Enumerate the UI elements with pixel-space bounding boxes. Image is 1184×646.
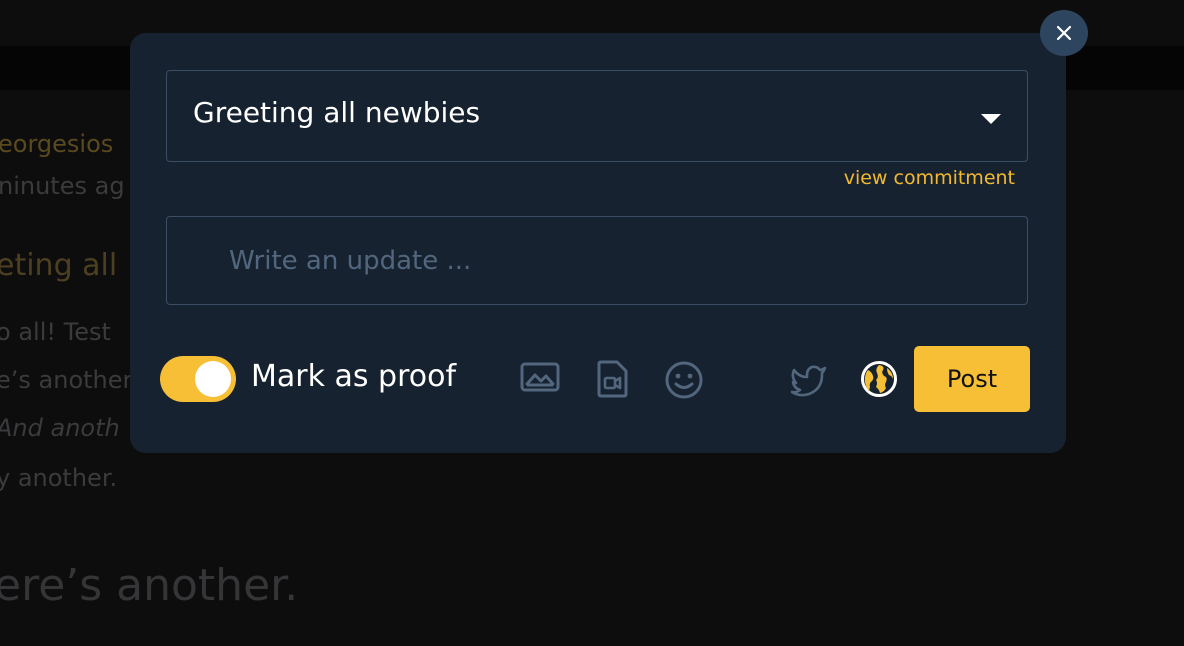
background-heading: ere’s another. bbox=[0, 560, 299, 611]
background-line: And anoth bbox=[0, 414, 120, 442]
toggle-knob bbox=[195, 361, 231, 397]
commitment-select[interactable]: Greeting all newbies bbox=[166, 70, 1028, 162]
twitter-icon[interactable] bbox=[790, 363, 828, 397]
caret-down-icon bbox=[981, 114, 1001, 124]
view-commitment-link[interactable]: view commitment bbox=[844, 167, 1015, 189]
background-line: o all! Test bbox=[0, 318, 111, 346]
background-post-title: eting all bbox=[0, 248, 118, 283]
update-input[interactable] bbox=[166, 216, 1028, 305]
background-time: ninutes ag bbox=[0, 172, 125, 200]
post-update-modal: Greeting all newbies view commitment Mar… bbox=[130, 33, 1066, 453]
close-icon bbox=[1056, 25, 1072, 41]
background-line: y another. bbox=[0, 464, 118, 492]
close-button[interactable] bbox=[1040, 10, 1088, 56]
commitment-select-value: Greeting all newbies bbox=[193, 96, 481, 129]
background-line: e’s another bbox=[0, 366, 133, 394]
image-icon[interactable] bbox=[520, 361, 560, 393]
globe-icon[interactable] bbox=[860, 360, 898, 398]
emoji-icon[interactable] bbox=[664, 360, 704, 400]
file-video-icon[interactable] bbox=[595, 360, 629, 398]
mark-as-proof-label: Mark as proof bbox=[251, 359, 457, 394]
background-author: eorgesios bbox=[0, 130, 114, 158]
mark-as-proof-toggle[interactable] bbox=[160, 356, 236, 402]
post-button[interactable]: Post bbox=[914, 346, 1030, 412]
